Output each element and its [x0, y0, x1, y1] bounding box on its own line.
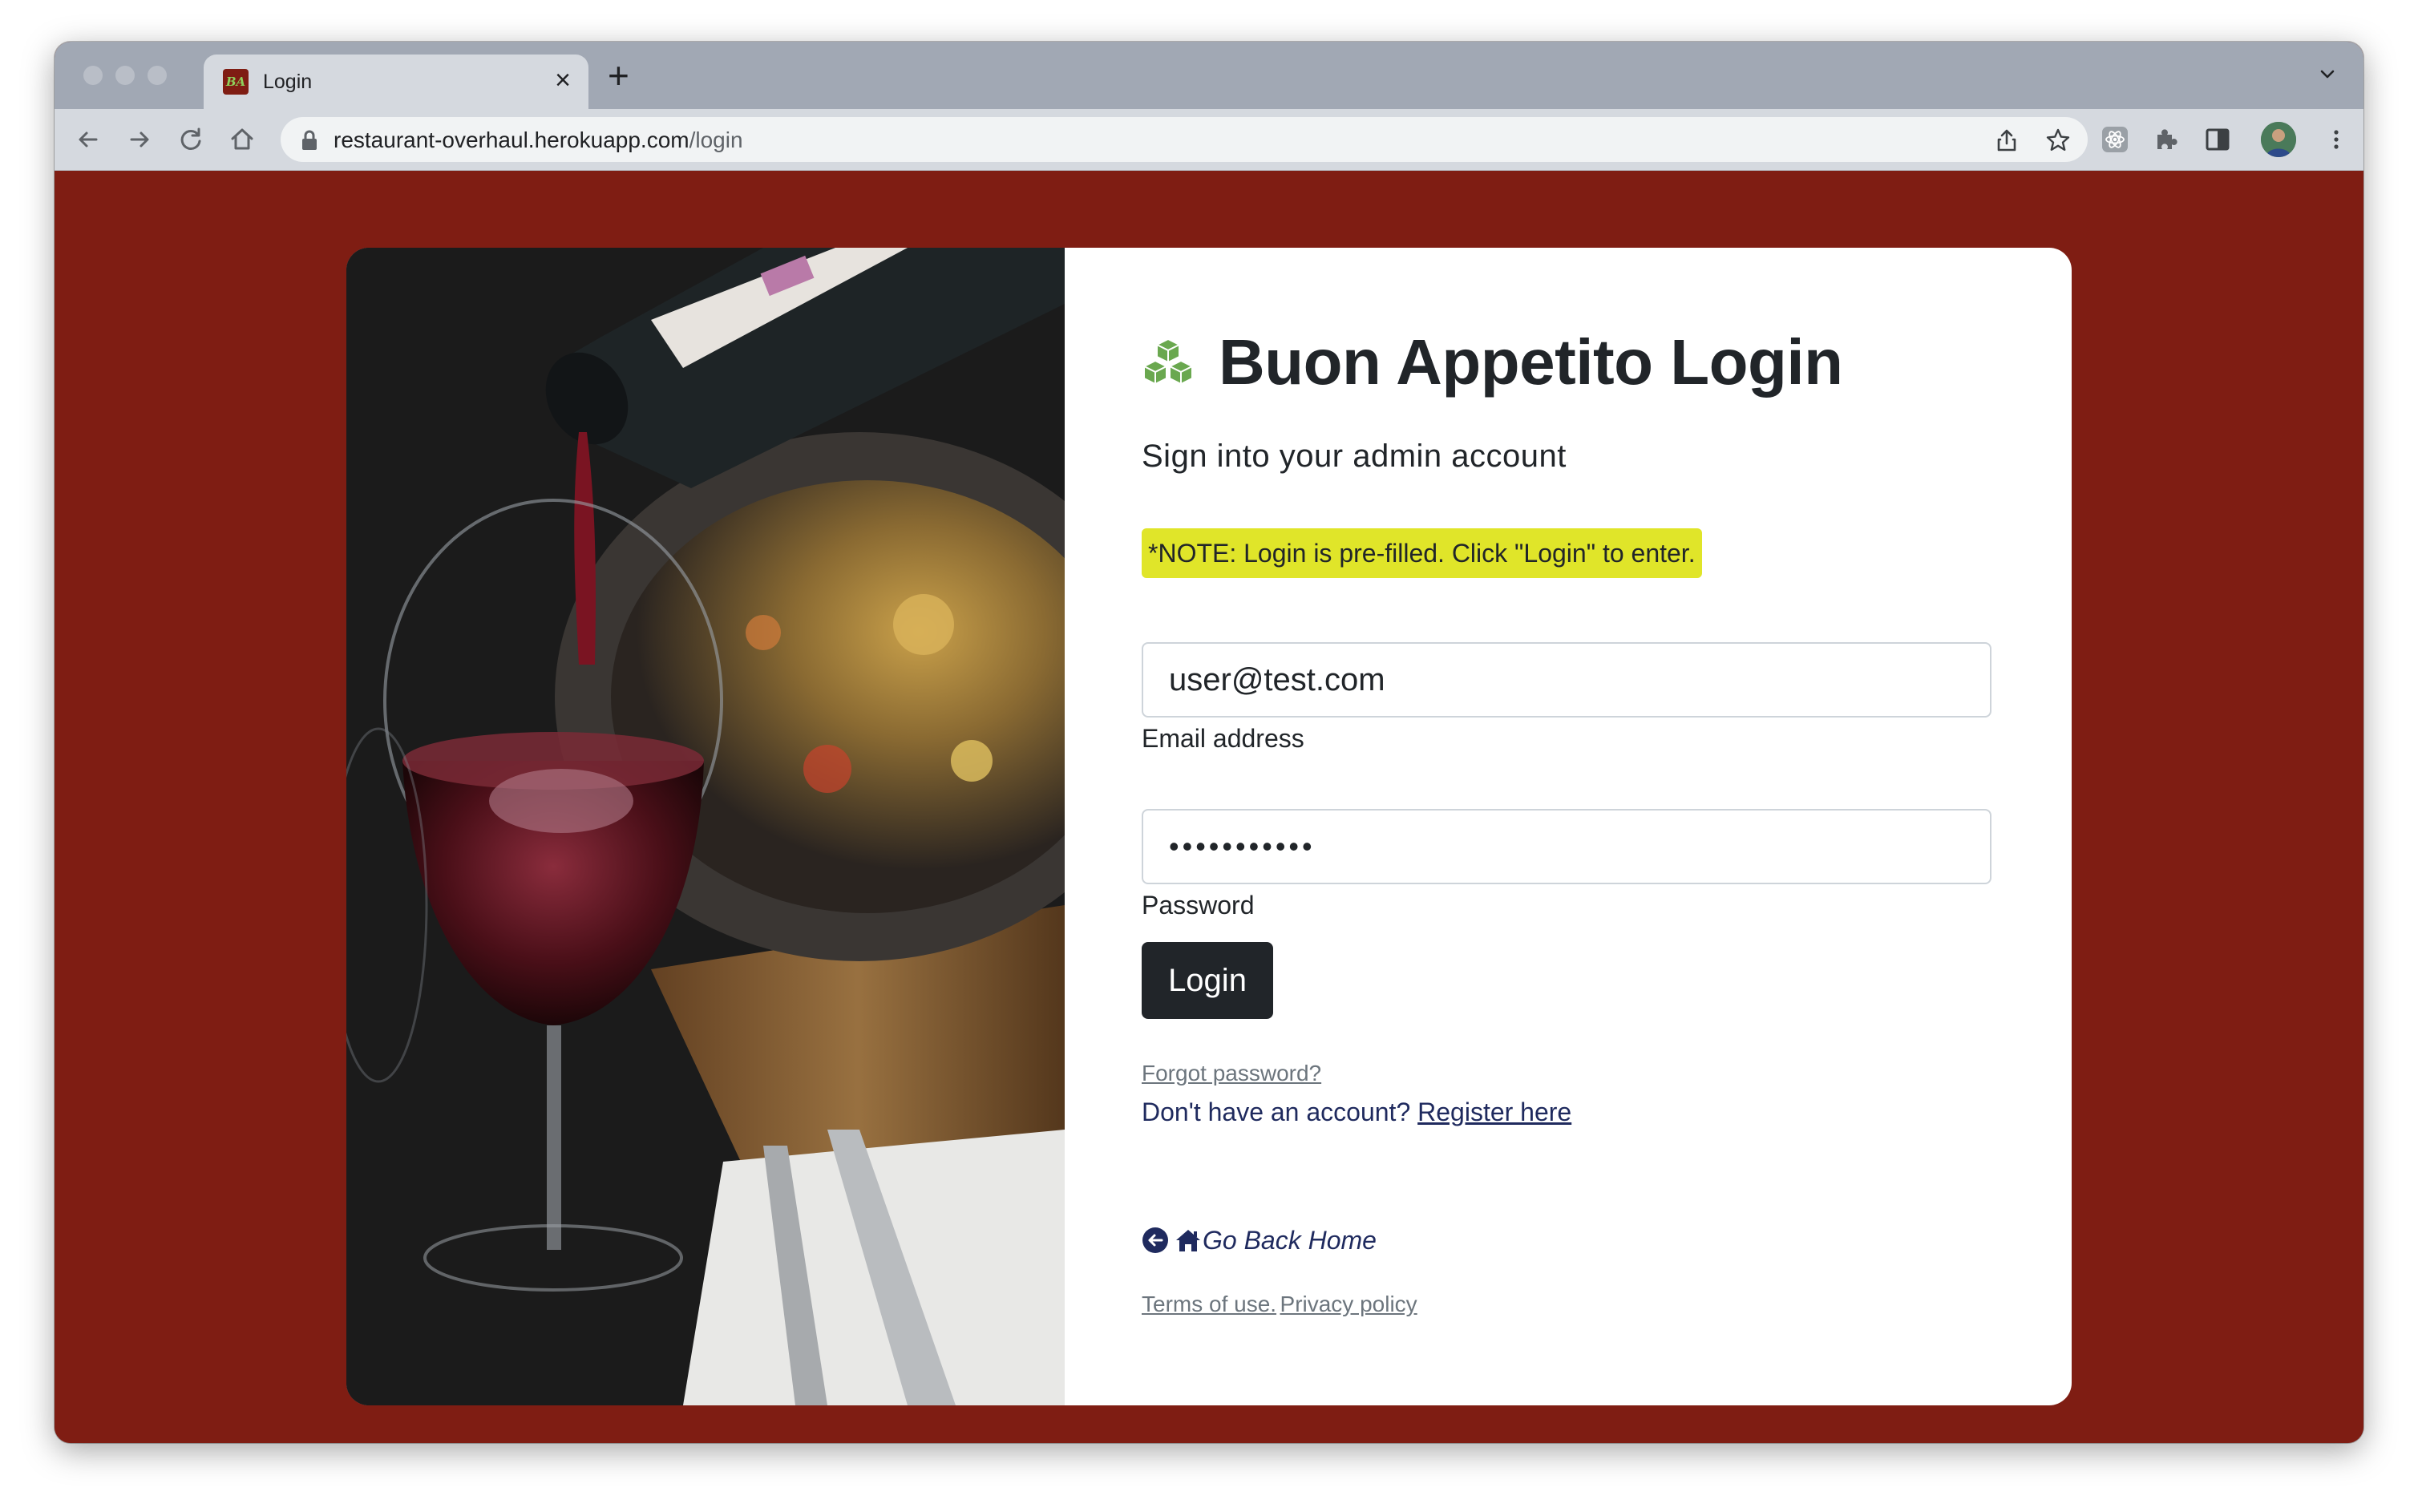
privacy-link[interactable]: Privacy policy: [1280, 1292, 1417, 1316]
tab-strip: BA Login × +: [55, 42, 2363, 109]
password-field[interactable]: [1143, 811, 1990, 883]
login-button[interactable]: Login: [1142, 942, 1273, 1019]
register-prompt: Don't have an account?: [1142, 1098, 1411, 1126]
browser-toolbar: restaurant-overhaul.herokuapp.com/login: [55, 109, 2363, 171]
lock-icon[interactable]: [300, 130, 319, 151]
email-label: Email address: [1142, 724, 1304, 753]
house-icon: [1176, 1230, 1200, 1251]
wine-pouring-photo: [346, 248, 1065, 1405]
go-back-home-link[interactable]: Go Back Home: [1142, 1224, 1377, 1256]
back-icon[interactable]: [72, 123, 104, 156]
new-tab-icon[interactable]: +: [608, 56, 629, 95]
tab-search-chevron-icon[interactable]: [2315, 63, 2339, 87]
favicon-icon: BA: [223, 69, 249, 95]
login-card: Buon Appetito Login Sign into your admin…: [346, 248, 2072, 1405]
home-icon[interactable]: [226, 123, 258, 156]
email-field[interactable]: [1143, 644, 1990, 716]
go-back-home-text: Go Back Home: [1203, 1225, 1377, 1255]
page-content: Buon Appetito Login Sign into your admin…: [55, 171, 2363, 1443]
react-devtools-icon[interactable]: [2099, 123, 2131, 156]
password-field-wrapper: [1142, 809, 1991, 884]
profile-photo-icon: [2261, 122, 2296, 157]
page-title: Buon Appetito Login: [1219, 326, 1843, 398]
close-window-dot[interactable]: [83, 66, 103, 85]
browser-window: BA Login × + restaurant-overhaul.herokua…: [55, 42, 2363, 1443]
reload-icon[interactable]: [175, 123, 207, 156]
password-label: Password: [1142, 891, 1255, 920]
tab-title: Login: [263, 71, 313, 93]
forward-icon[interactable]: [123, 123, 156, 156]
forgot-password-row: Forgot password?: [1142, 1061, 1321, 1086]
extensions-icon[interactable]: [2150, 123, 2182, 156]
login-form: Buon Appetito Login Sign into your admin…: [1142, 248, 2024, 1405]
sidebar-icon[interactable]: [2202, 123, 2234, 156]
forgot-password-link[interactable]: Forgot password?: [1142, 1061, 1321, 1085]
tab-login[interactable]: BA Login ×: [204, 55, 588, 109]
title-row: Buon Appetito Login: [1142, 326, 1843, 398]
close-tab-icon[interactable]: ×: [555, 64, 571, 96]
arrow-left-circle-icon: [1142, 1227, 1168, 1253]
legal-links: Terms of use. Privacy policy: [1142, 1292, 1417, 1317]
url-host: restaurant-overhaul.herokuapp.com: [334, 127, 689, 152]
star-icon[interactable]: [2044, 127, 2072, 154]
zoom-window-dot[interactable]: [148, 66, 167, 85]
cubes-icon: [1143, 338, 1193, 385]
url-text[interactable]: restaurant-overhaul.herokuapp.com/login: [334, 127, 743, 153]
address-bar[interactable]: restaurant-overhaul.herokuapp.com/login: [281, 117, 2088, 162]
kebab-menu-icon[interactable]: [2320, 123, 2352, 156]
page-subtitle: Sign into your admin account: [1142, 439, 1567, 474]
share-icon[interactable]: [1993, 127, 2020, 154]
register-row: Don't have an account? Register here: [1142, 1098, 1571, 1127]
wine-glass-illustration: [346, 248, 1065, 1405]
terms-link[interactable]: Terms of use.: [1142, 1292, 1276, 1316]
profile-avatar[interactable]: [2261, 122, 2296, 157]
email-field-wrapper: [1142, 642, 1991, 718]
url-path: /login: [689, 127, 743, 152]
register-link[interactable]: Register here: [1417, 1098, 1571, 1126]
prefill-note: *NOTE: Login is pre-filled. Click "Login…: [1142, 528, 1702, 578]
minimize-window-dot[interactable]: [115, 66, 135, 85]
